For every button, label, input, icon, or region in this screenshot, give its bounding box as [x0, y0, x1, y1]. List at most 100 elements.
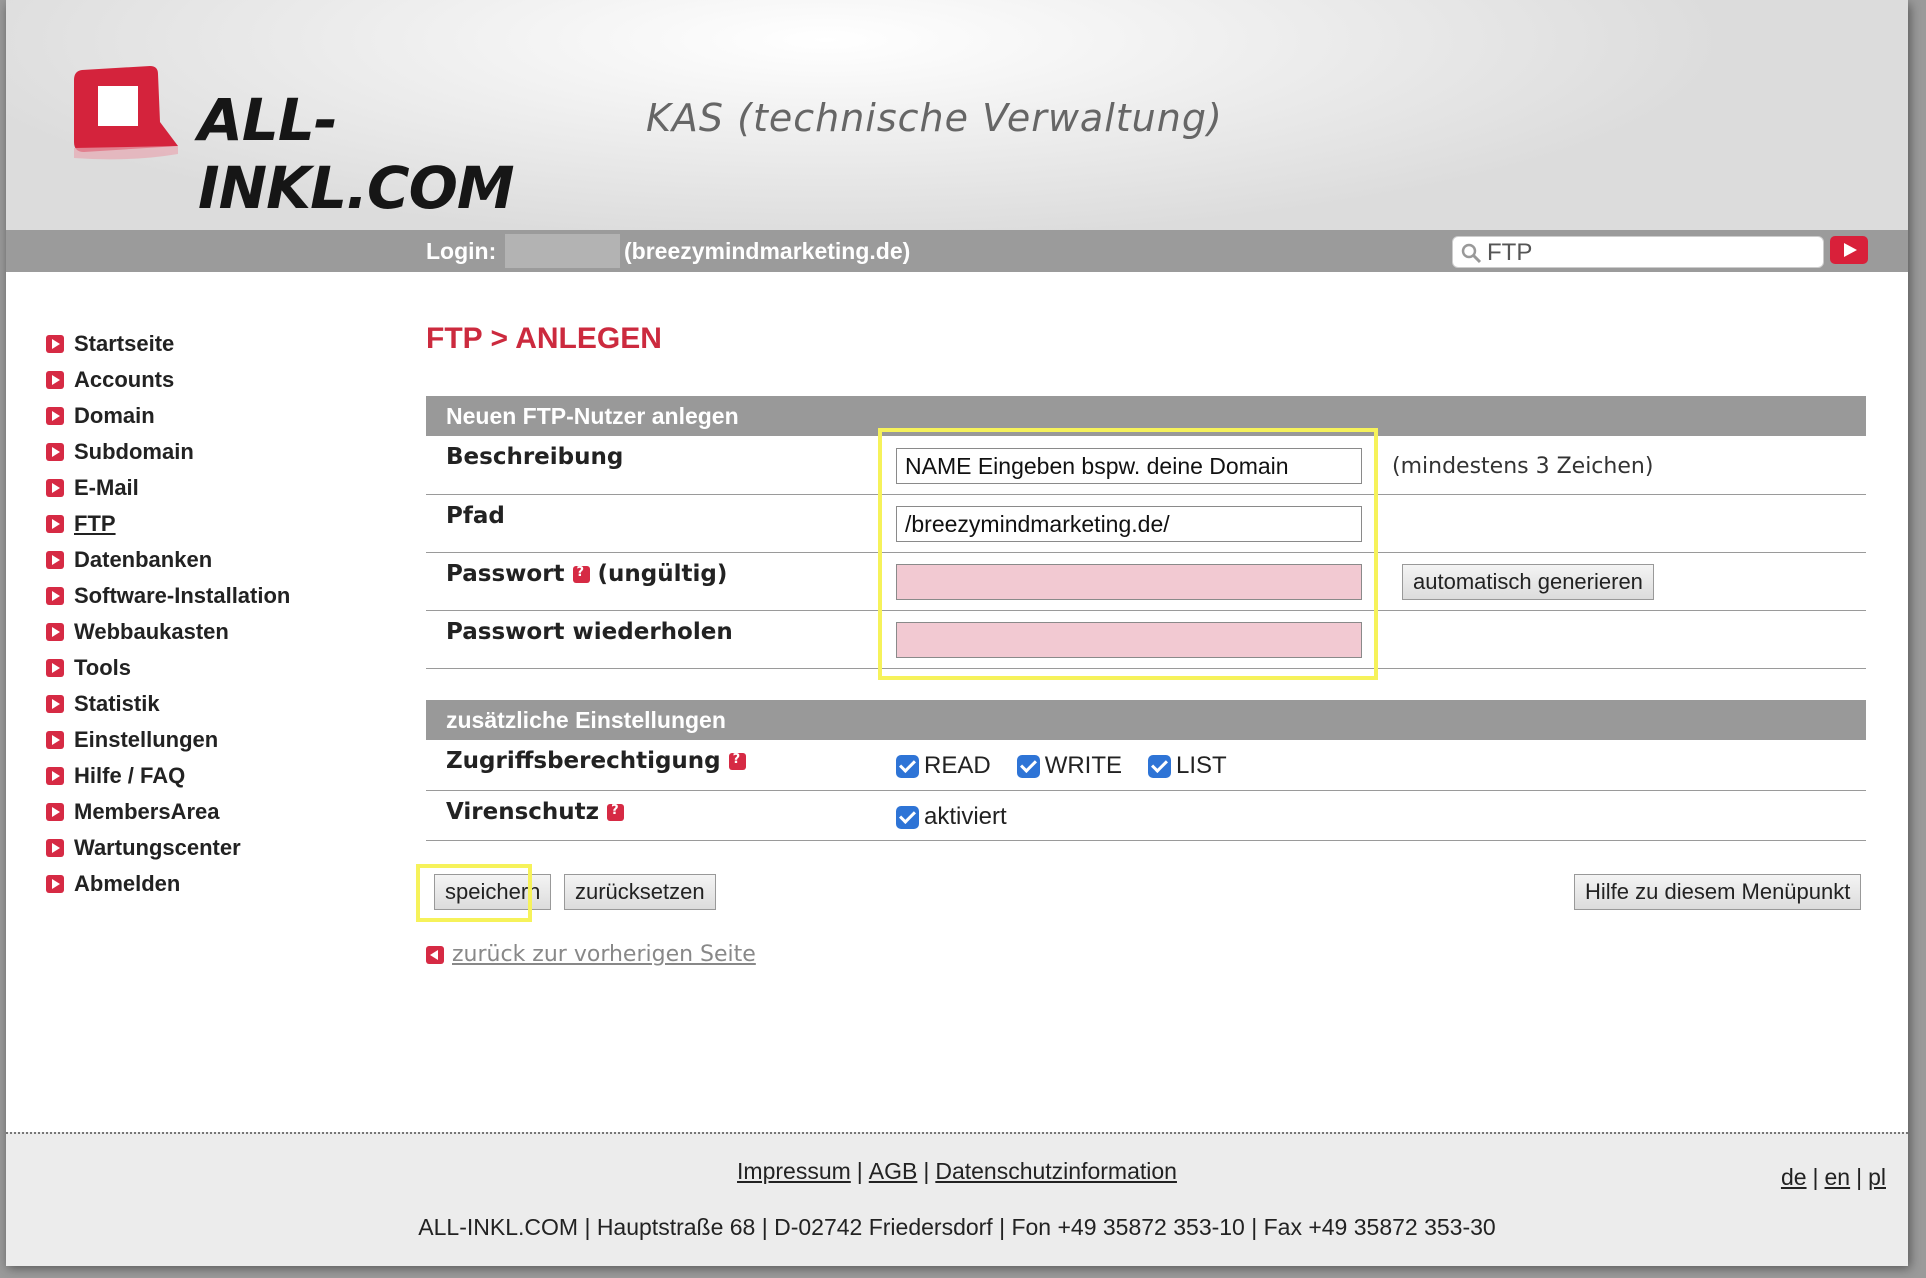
arrow-bullet-icon: [46, 587, 64, 605]
sidebar-item-einstellungen[interactable]: Einstellungen: [46, 722, 290, 758]
lang-pl-link[interactable]: pl: [1868, 1164, 1886, 1190]
virus-label-group: Virenschutz: [446, 799, 632, 825]
back-link-text: zurück zur vorherigen Seite: [452, 942, 756, 967]
search-box: [1452, 236, 1824, 268]
form-row-access: Zugriffsberechtigung READ WRITE LIST: [426, 740, 1866, 791]
sidebar-item-label: Domain: [74, 403, 155, 428]
form-row-virus: Virenschutz aktiviert: [426, 791, 1866, 841]
checkbox-checked-icon[interactable]: [896, 754, 919, 778]
footer-links: Impressum | AGB | Datenschutzinformation: [737, 1158, 1177, 1184]
generate-password-button[interactable]: automatisch generieren: [1402, 564, 1654, 600]
sidebar-item-statistik[interactable]: Statistik: [46, 686, 290, 722]
reset-button[interactable]: zurücksetzen: [564, 874, 716, 910]
access-label: Zugriffsberechtigung: [446, 748, 721, 774]
company-address: ALL-INKL.COM | Hauptstraße 68 | D-02742 …: [418, 1214, 1496, 1240]
footer: Impressum | AGB | Datenschutzinformation de |…: [6, 1132, 1908, 1266]
agb-link[interactable]: AGB: [869, 1158, 918, 1184]
write-checkbox[interactable]: WRITE: [1016, 752, 1123, 780]
sidebar-item-label: Subdomain: [74, 439, 194, 464]
help-icon[interactable]: [728, 752, 746, 770]
read-checkbox[interactable]: READ: [896, 752, 991, 780]
sidebar-item-label: Software-Installation: [74, 583, 291, 608]
sidebar-item-wartungscenter[interactable]: Wartungscenter: [46, 830, 290, 866]
sidebar-item-software-installation[interactable]: Software-Installation: [46, 578, 290, 614]
language-switcher: de | en | pl: [1780, 1164, 1886, 1190]
password-label-group: Passwort (ungültig): [446, 561, 727, 587]
sidebar-item-label: Hilfe / FAQ: [74, 763, 186, 788]
sidebar-item-startseite[interactable]: Startseite: [46, 326, 290, 362]
sidebar-item-hilfe-faq[interactable]: Hilfe / FAQ: [46, 758, 290, 794]
arrow-bullet-icon: [46, 335, 64, 353]
lang-de-link[interactable]: de: [1781, 1164, 1807, 1190]
lang-en-link[interactable]: en: [1825, 1164, 1851, 1190]
sidebar-item-label: Webbaukasten: [74, 619, 229, 644]
password-status: (ungültig): [597, 561, 728, 587]
sidebar-item-webbaukasten[interactable]: Webbaukasten: [46, 614, 290, 650]
page-title: FTP > ANLEGEN: [426, 322, 662, 355]
sidebar-item-abmelden[interactable]: Abmelden: [46, 866, 290, 902]
help-icon[interactable]: [572, 565, 590, 583]
sidebar-item-label: Startseite: [74, 331, 175, 356]
write-label: WRITE: [1044, 752, 1123, 779]
search-submit-button[interactable]: [1830, 236, 1868, 264]
virus-option-label: aktiviert: [924, 803, 1007, 830]
checkbox-checked-icon[interactable]: [1148, 754, 1172, 778]
arrow-bullet-icon: [46, 623, 64, 641]
description-label: Beschreibung: [446, 444, 624, 470]
back-link[interactable]: zurück zur vorherigen Seite: [426, 942, 756, 967]
help-icon[interactable]: [607, 803, 625, 821]
arrow-bullet-icon: [46, 875, 64, 893]
sidebar-item-label: Tools: [74, 655, 132, 680]
sidebar-item-label: Statistik: [74, 691, 160, 716]
highlight-save-button: [416, 864, 532, 922]
arrow-bullet-icon: [46, 731, 64, 749]
access-label-group: Zugriffsberechtigung: [446, 748, 754, 774]
brand-logo[interactable]: ALL-INKL.COM: [70, 62, 650, 222]
virus-checkbox-group: aktiviert: [896, 803, 1033, 831]
sidebar-item-label: E-Mail: [74, 475, 139, 500]
path-label: Pfad: [446, 503, 505, 529]
arrow-bullet-icon: [46, 839, 64, 857]
brand-name: ALL-INKL.COM: [198, 86, 515, 222]
sidebar-item-domain[interactable]: Domain: [46, 398, 290, 434]
sidebar-item-membersarea[interactable]: MembersArea: [46, 794, 290, 830]
arrow-bullet-icon: [46, 443, 64, 461]
logo-mark-icon: [74, 66, 178, 160]
list-label: LIST: [1176, 752, 1227, 779]
arrow-bullet-icon: [46, 695, 64, 713]
page-frame: ALL-INKL.COM KAS (technische Verwaltung)…: [6, 0, 1908, 1266]
sidebar-item-email[interactable]: E-Mail: [46, 470, 290, 506]
arrow-bullet-icon: [46, 407, 64, 425]
back-arrow-icon: [426, 945, 444, 964]
sidebar-item-label: FTP: [74, 511, 116, 536]
sidebar-item-tools[interactable]: Tools: [46, 650, 290, 686]
checkbox-checked-icon[interactable]: [896, 805, 919, 829]
checkbox-checked-icon[interactable]: [1016, 754, 1040, 778]
impressum-link[interactable]: Impressum: [737, 1158, 851, 1184]
virus-checkbox[interactable]: aktiviert: [896, 803, 1007, 831]
sidebar-item-label: MembersArea: [74, 799, 220, 824]
sidebar-item-datenbanken[interactable]: Datenbanken: [46, 542, 290, 578]
search-input[interactable]: [1485, 239, 1819, 267]
sidebar-item-label: Abmelden: [74, 871, 181, 896]
app-tagline: KAS (technische Verwaltung): [646, 96, 1223, 140]
password-label: Passwort: [446, 561, 565, 587]
list-checkbox[interactable]: LIST: [1148, 752, 1227, 780]
login-domain: (breezymindmarketing.de): [624, 238, 911, 264]
sidebar-item-accounts[interactable]: Accounts: [46, 362, 290, 398]
help-menu-button[interactable]: Hilfe zu diesem Menüpunkt: [1574, 874, 1862, 910]
arrow-bullet-icon: [46, 371, 64, 389]
arrow-bullet-icon: [46, 551, 64, 569]
sidebar-item-ftp[interactable]: FTP: [46, 506, 290, 542]
login-label: Login:: [426, 238, 497, 264]
arrow-bullet-icon: [46, 803, 64, 821]
arrow-bullet-icon: [46, 515, 64, 533]
sidebar-item-subdomain[interactable]: Subdomain: [46, 434, 290, 470]
login-username-redacted: [505, 234, 620, 268]
arrow-bullet-icon: [46, 479, 64, 497]
search-icon: [1461, 243, 1482, 264]
sidebar-nav: Startseite Accounts Domain Subdomain E-M…: [46, 326, 290, 902]
arrow-bullet-icon: [46, 767, 64, 785]
sidebar-item-label: Einstellungen: [74, 727, 219, 752]
privacy-link[interactable]: Datenschutzinformation: [935, 1158, 1177, 1184]
